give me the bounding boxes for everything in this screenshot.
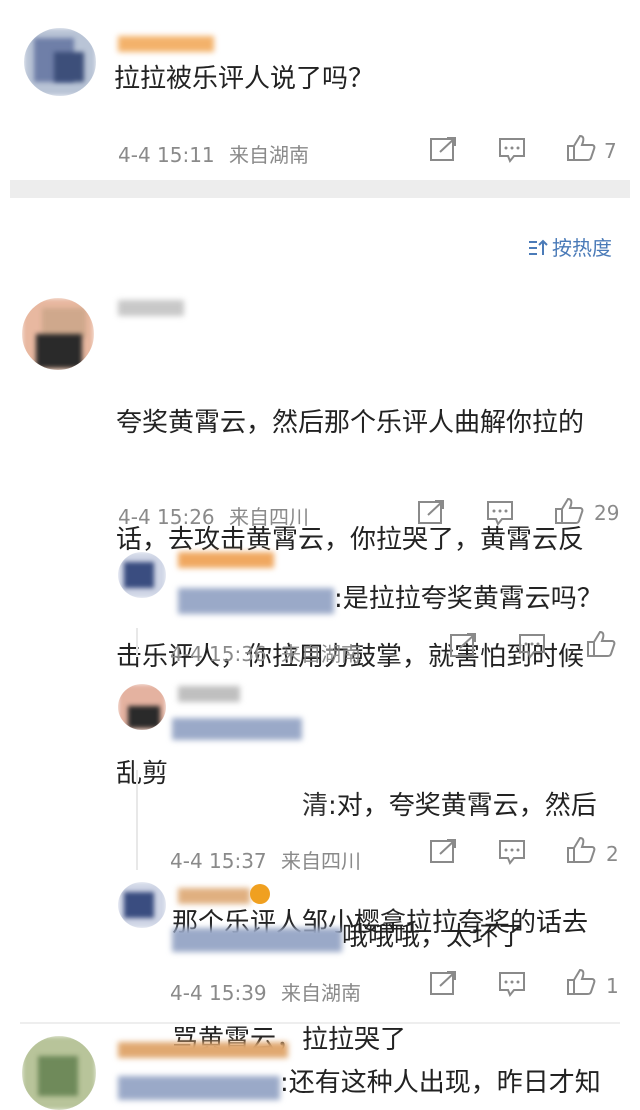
share-icon[interactable] bbox=[450, 632, 478, 658]
reply-meta: 4-4 15:37 来自四川 bbox=[170, 845, 361, 874]
reply-time: 4-4 15:36 bbox=[170, 642, 267, 666]
comment-time: 4-4 15:26 bbox=[118, 505, 215, 529]
reply-text: 清:对，夸奖黄霄云，然后 那个乐评人邹小樱拿拉拉夸奖的话去 骂黄霄云，拉拉哭了 bbox=[172, 709, 597, 1099]
comment-icon[interactable] bbox=[486, 500, 514, 526]
comment-meta: 4-4 15:11 来自湖南 bbox=[118, 139, 309, 168]
username[interactable] bbox=[178, 686, 240, 702]
comment-line: 夸奖黄霄云，然后那个乐评人曲解你拉的 bbox=[116, 408, 585, 438]
sort-icon bbox=[528, 238, 548, 262]
reply-location: 来自湖南 bbox=[281, 981, 362, 1005]
sort-by-hot-button[interactable]: 按热度 bbox=[528, 232, 612, 262]
mention[interactable] bbox=[178, 588, 334, 614]
like-count: 1 bbox=[606, 974, 619, 998]
like-count: 7 bbox=[604, 139, 617, 163]
share-icon[interactable] bbox=[418, 499, 446, 525]
comment-text: :还有这种人出现，昨日才知 bbox=[280, 1068, 601, 1098]
reply-text: 哦哦哦，太坏了 bbox=[342, 922, 525, 952]
share-icon[interactable] bbox=[430, 838, 458, 864]
reply-meta: 4-4 15:36 来自湖南 bbox=[170, 638, 361, 667]
reply-thread-line bbox=[136, 628, 138, 656]
like-icon[interactable] bbox=[566, 836, 596, 864]
mention[interactable] bbox=[118, 1076, 280, 1100]
avatar[interactable] bbox=[22, 1036, 96, 1110]
like-icon[interactable] bbox=[554, 497, 584, 525]
comment-location: 来自湖南 bbox=[229, 143, 310, 167]
reply-location: 来自湖南 bbox=[281, 642, 362, 666]
sort-label: 按热度 bbox=[552, 236, 612, 260]
username[interactable] bbox=[118, 300, 184, 316]
like-icon[interactable] bbox=[566, 968, 596, 996]
reply-meta: 4-4 15:39 来自湖南 bbox=[170, 977, 361, 1006]
avatar[interactable] bbox=[118, 684, 166, 730]
comment-location: 来自四川 bbox=[229, 505, 310, 529]
like-icon[interactable] bbox=[566, 134, 596, 162]
vip-badge-icon bbox=[250, 884, 270, 904]
section-separator bbox=[20, 1022, 620, 1024]
reply-name-fragment: 清 bbox=[302, 791, 329, 821]
comment-text: 拉拉被乐评人说了吗？ bbox=[114, 64, 375, 94]
avatar[interactable] bbox=[24, 28, 96, 96]
comment-icon[interactable] bbox=[498, 137, 526, 163]
avatar[interactable] bbox=[118, 882, 166, 928]
comment-icon[interactable] bbox=[498, 839, 526, 865]
like-count: 29 bbox=[594, 501, 620, 525]
share-icon[interactable] bbox=[430, 136, 458, 162]
comment-icon[interactable] bbox=[518, 633, 546, 659]
avatar[interactable] bbox=[22, 298, 94, 370]
comment-meta: 4-4 15:26 来自四川 bbox=[118, 501, 309, 530]
reply-time: 4-4 15:39 bbox=[170, 981, 267, 1005]
reply-time: 4-4 15:37 bbox=[170, 849, 267, 873]
like-icon[interactable] bbox=[586, 630, 616, 658]
username[interactable] bbox=[118, 1042, 288, 1058]
section-divider bbox=[10, 180, 630, 198]
comment-icon[interactable] bbox=[498, 971, 526, 997]
reply-location: 来自四川 bbox=[281, 849, 362, 873]
username[interactable] bbox=[178, 888, 250, 904]
username[interactable] bbox=[178, 552, 274, 568]
reply-thread-line bbox=[136, 770, 138, 870]
mention[interactable] bbox=[172, 928, 342, 952]
comment-time: 4-4 15:11 bbox=[118, 143, 215, 167]
reply-line: :对，夸奖黄霄云，然后 bbox=[328, 791, 597, 821]
username[interactable] bbox=[118, 36, 214, 52]
avatar[interactable] bbox=[118, 552, 166, 598]
share-icon[interactable] bbox=[430, 970, 458, 996]
reply-text: :是拉拉夸奖黄霄云吗？ bbox=[334, 584, 603, 614]
like-count: 2 bbox=[606, 842, 619, 866]
